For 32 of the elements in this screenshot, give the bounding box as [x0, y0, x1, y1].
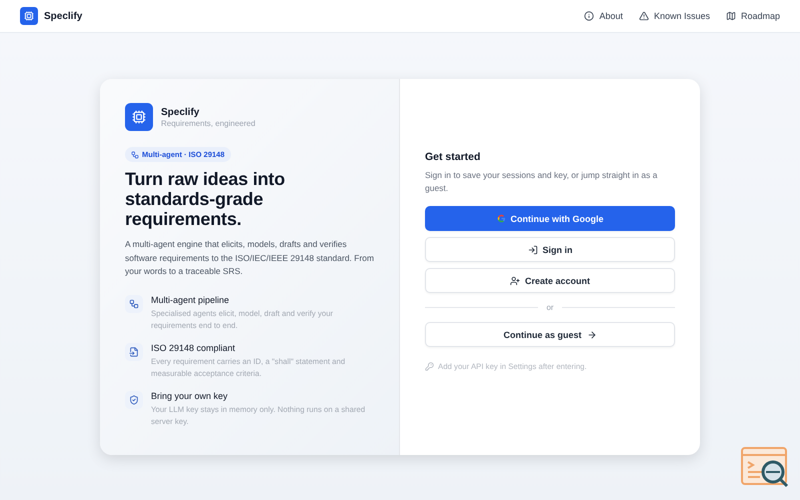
auth-subtitle: Sign in to save your sessions and key, or jump straight in as a guest.: [425, 169, 658, 195]
tagline: Requirements, engineered: [161, 118, 256, 128]
user-plus-icon: [510, 276, 520, 286]
brand-name: Speclify: [161, 106, 200, 118]
brand-name: Speclify: [44, 10, 82, 22]
document-icon: [129, 346, 139, 356]
app-logo[interactable]: [20, 7, 38, 25]
feature-title: Multi-agent pipeline: [151, 294, 230, 304]
guest-button[interactable]: Continue as guest: [425, 322, 675, 347]
google-icon: [496, 214, 506, 223]
warning-icon: [638, 11, 649, 21]
google-button[interactable]: Continue with Google: [425, 206, 675, 231]
feature-title: Bring your own key: [151, 390, 229, 400]
sign-in-icon: [528, 244, 538, 254]
arrow-right-icon: [586, 330, 596, 340]
create-account-button[interactable]: Create account: [425, 268, 675, 293]
divider-label: or: [546, 303, 554, 312]
feature-title: ISO 29148 compliant: [151, 342, 236, 352]
nav-link[interactable]: Roadmap: [726, 11, 780, 21]
sign-in-button[interactable]: Sign in: [425, 237, 675, 262]
auth-title: Get started: [425, 151, 482, 163]
description: A multi-agent engine that elicits, models, drafts and verifies software requirements to the ISO/IEC/IEEE 29148 standard. From your words to a traceable SRS.: [125, 238, 374, 278]
nav-link[interactable]: About: [584, 11, 623, 21]
headline: Turn raw ideas into standards-grade requirements.: [125, 169, 286, 229]
shield-icon: [129, 394, 139, 404]
info-icon: [584, 11, 594, 21]
key-icon: [425, 362, 434, 371]
nav-link[interactable]: Known Issues: [638, 11, 710, 21]
workflow-icon: [129, 298, 139, 308]
app-logo: [125, 103, 153, 131]
browser-magnifier-icon[interactable]: [740, 446, 790, 488]
map-icon: [726, 11, 736, 21]
